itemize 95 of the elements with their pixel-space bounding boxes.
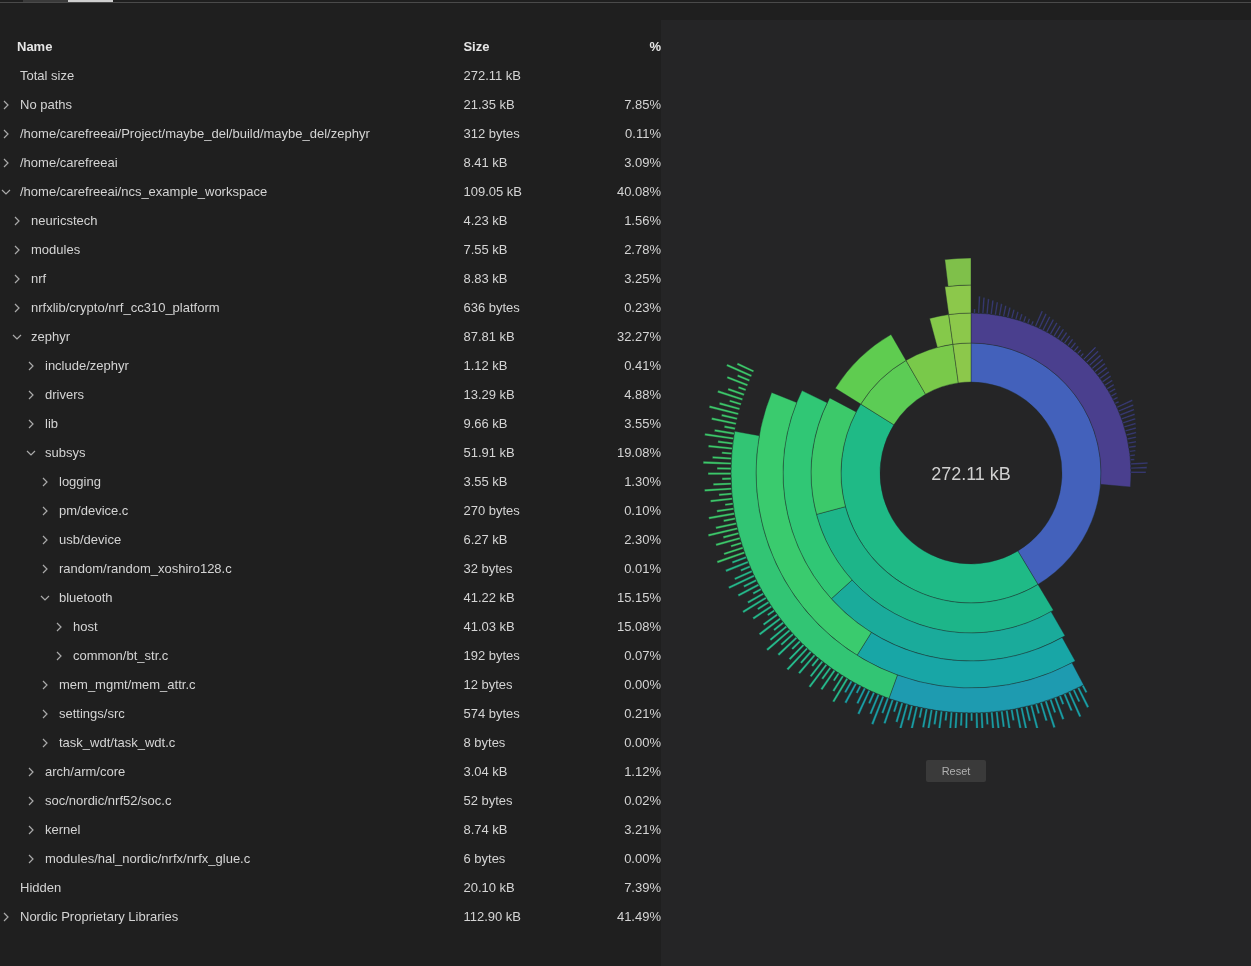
percent-value: 15.08% bbox=[616, 619, 661, 634]
tree-item-name[interactable]: drivers bbox=[45, 387, 84, 402]
percent-value: 2.30% bbox=[624, 532, 661, 547]
size-value: 12 bytes bbox=[463, 677, 513, 692]
tree-item-name[interactable]: bluetooth bbox=[59, 590, 113, 605]
size-value: 20.10 kB bbox=[463, 880, 515, 895]
tree-item-name[interactable]: Total size bbox=[20, 68, 75, 83]
size-value: 192 bytes bbox=[463, 648, 520, 663]
percent-value: 3.09% bbox=[624, 155, 661, 170]
percent-value: 0.07% bbox=[624, 648, 661, 663]
tree-item-name[interactable]: neuricstech bbox=[31, 213, 98, 228]
tree-item-name[interactable]: usb/device bbox=[59, 532, 122, 547]
percent-value: 4.88% bbox=[624, 387, 661, 402]
percent-value: 1.12% bbox=[624, 764, 661, 779]
percent-value: 7.39% bbox=[624, 880, 661, 895]
tree-item-name[interactable]: nrfxlib/crypto/nrf_cc310_platform bbox=[31, 300, 220, 315]
tree-item-name[interactable]: random/random_xoshiro128.c bbox=[59, 561, 232, 576]
percent-value: 19.08% bbox=[616, 445, 661, 460]
size-value: 636 bytes bbox=[463, 300, 520, 315]
tree-item-name[interactable]: modules bbox=[31, 242, 81, 257]
size-value: 574 bytes bbox=[463, 706, 520, 721]
tree-item-name[interactable]: /home/carefreeai/ncs_example_workspace bbox=[20, 184, 268, 199]
percent-value: 7.85% bbox=[624, 97, 661, 112]
size-value: 87.81 kB bbox=[463, 329, 515, 344]
size-value: 3.04 kB bbox=[463, 764, 508, 779]
size-value: 109.05 kB bbox=[463, 184, 522, 199]
percent-value: 0.01% bbox=[624, 561, 661, 576]
tree-item-name[interactable]: settings/src bbox=[59, 706, 125, 721]
percent-value: 15.15% bbox=[616, 590, 661, 605]
tree-item-name[interactable]: No paths bbox=[20, 97, 73, 112]
percent-value: 0.00% bbox=[624, 677, 661, 692]
size-value: 8.41 kB bbox=[463, 155, 508, 170]
percent-value: 32.27% bbox=[616, 329, 661, 344]
tree-item-name[interactable]: Hidden bbox=[20, 880, 62, 895]
size-value: 8 bytes bbox=[463, 735, 506, 750]
reset-button[interactable]: Reset bbox=[926, 760, 986, 782]
tree-item-name[interactable]: subsys bbox=[45, 445, 86, 460]
size-value: 9.66 kB bbox=[463, 416, 508, 431]
size-value: 1.12 kB bbox=[463, 358, 508, 373]
size-value: 7.55 kB bbox=[463, 242, 508, 257]
size-value: 272.11 kB bbox=[463, 68, 522, 83]
percent-value: 1.30% bbox=[624, 474, 661, 489]
sunburst-chart-drawing[interactable] bbox=[702, 257, 1148, 728]
tree-item-name[interactable]: pm/device.c bbox=[59, 503, 129, 518]
percent-value: 0.11% bbox=[625, 126, 661, 141]
percent-value: 0.00% bbox=[624, 735, 661, 750]
tree-item-name[interactable]: include/zephyr bbox=[45, 358, 129, 373]
column-header[interactable]: % bbox=[649, 38, 661, 54]
tree-item-name[interactable]: common/bt_str.c bbox=[73, 648, 169, 663]
column-header[interactable]: Size bbox=[463, 38, 490, 54]
size-value: 41.22 kB bbox=[463, 590, 515, 605]
size-value: 41.03 kB bbox=[463, 619, 515, 634]
percent-value: 40.08% bbox=[616, 184, 661, 199]
tree-item-name[interactable]: /home/carefreeai bbox=[20, 155, 118, 170]
size-value: 270 bytes bbox=[463, 503, 520, 518]
percent-value: 0.00% bbox=[624, 851, 661, 866]
percent-value: 0.41% bbox=[624, 358, 661, 373]
size-value: 312 bytes bbox=[463, 126, 520, 141]
size-value: 112.90 kB bbox=[463, 909, 522, 924]
percent-value: 0.23% bbox=[624, 300, 661, 315]
size-value: 13.29 kB bbox=[463, 387, 515, 402]
tree-item-name[interactable]: arch/arm/core bbox=[45, 764, 126, 779]
column-header[interactable]: Name bbox=[17, 38, 53, 54]
percent-value: 0.10% bbox=[624, 503, 661, 518]
size-value: 6.27 kB bbox=[463, 532, 508, 547]
size-value: 21.35 kB bbox=[463, 97, 515, 112]
percent-value: 3.21% bbox=[624, 822, 661, 837]
size-value: 52 bytes bbox=[463, 793, 513, 808]
tree-item-name[interactable]: lib bbox=[45, 416, 58, 431]
percent-value: 1.56% bbox=[624, 213, 661, 228]
percent-value: 3.25% bbox=[624, 271, 661, 286]
percent-value: 2.78% bbox=[624, 242, 661, 257]
tree-item-name[interactable]: host bbox=[73, 619, 98, 634]
tree-item-name[interactable]: task_wdt/task_wdt.c bbox=[59, 735, 176, 750]
size-value: 8.74 kB bbox=[463, 822, 508, 837]
tree-item-name[interactable]: kernel bbox=[45, 822, 81, 837]
size-value: 8.83 kB bbox=[463, 271, 508, 286]
percent-value: 0.02% bbox=[624, 793, 661, 808]
size-value: 6 bytes bbox=[463, 851, 506, 866]
tree-item-name[interactable]: mem_mgmt/mem_attr.c bbox=[59, 677, 196, 692]
size-value: 4.23 kB bbox=[463, 213, 508, 228]
size-value: 51.91 kB bbox=[463, 445, 515, 460]
tree-item-name[interactable]: /home/carefreeai/Project/maybe_del/build/maybe_del/zephyr bbox=[20, 126, 370, 141]
tree-item-name[interactable]: soc/nordic/nrf52/soc.c bbox=[45, 793, 172, 808]
tree-item-name[interactable]: nrf bbox=[31, 271, 47, 286]
tree-item-name[interactable]: logging bbox=[59, 474, 101, 489]
percent-value: 3.55% bbox=[624, 416, 661, 431]
tree-item-name[interactable]: Nordic Proprietary Libraries bbox=[20, 909, 179, 924]
percent-value: 0.21% bbox=[624, 706, 661, 721]
percent-value: 41.49% bbox=[616, 909, 661, 924]
size-value: 3.55 kB bbox=[463, 474, 508, 489]
tree-item-name[interactable]: zephyr bbox=[31, 329, 71, 344]
center-total-label: 272.11 kB bbox=[931, 464, 1011, 484]
size-value: 32 bytes bbox=[463, 561, 513, 576]
tree-item-name[interactable]: modules/hal_nordic/nrfx/nrfx_glue.c bbox=[45, 851, 251, 866]
